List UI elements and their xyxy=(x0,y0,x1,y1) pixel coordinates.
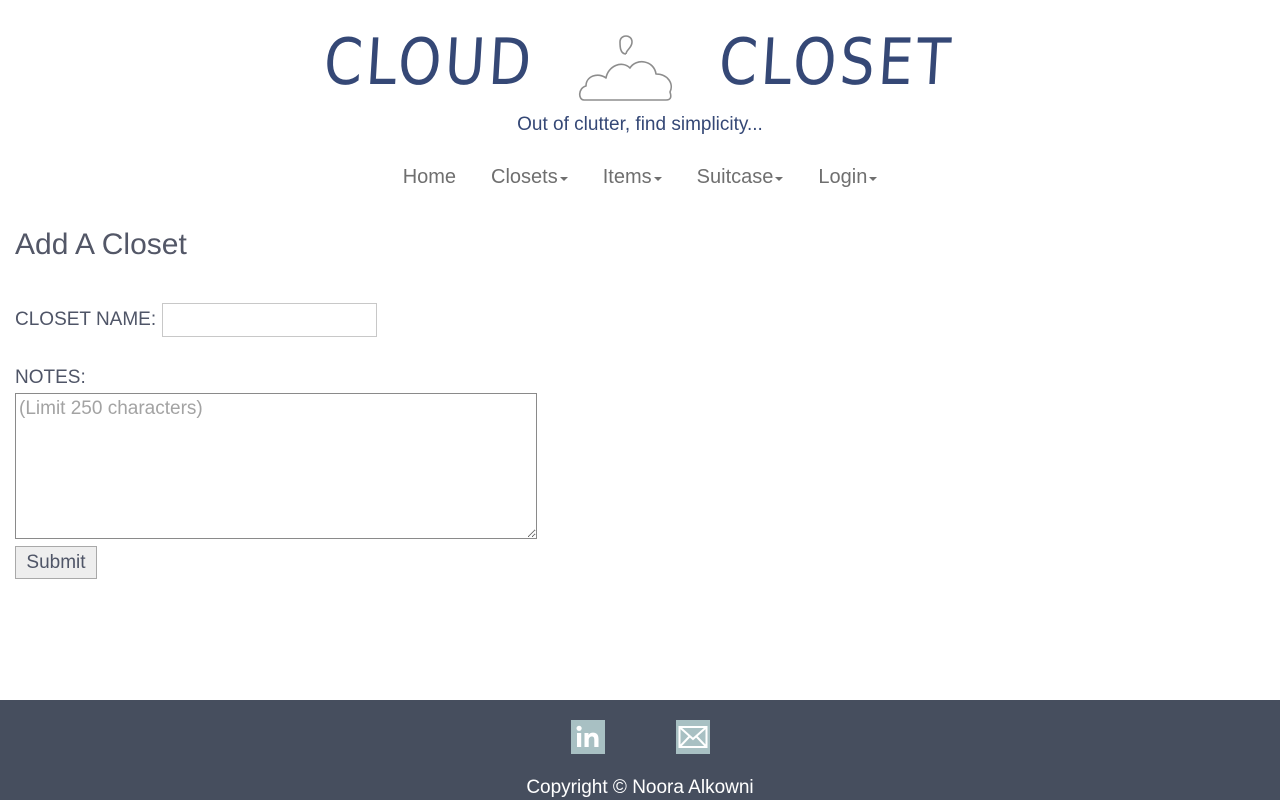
nav-login-dropdown[interactable]: Login xyxy=(818,165,878,189)
caret-down-icon xyxy=(775,176,784,181)
mail-icon xyxy=(676,720,710,754)
main-nav: Home Closets Items Suitcase Login xyxy=(0,162,1280,192)
page-title: Add A Closet xyxy=(15,228,187,261)
notes-textarea[interactable] xyxy=(15,393,537,539)
nav-suitcase-dropdown[interactable]: Suitcase xyxy=(697,166,784,189)
caret-down-icon xyxy=(653,176,662,181)
notes-label: NOTES: xyxy=(15,367,86,388)
submit-button[interactable]: Submit xyxy=(15,546,97,579)
closet-name-label: CLOSET NAME: xyxy=(15,309,157,330)
logo-word-right: CLOSET xyxy=(716,26,956,100)
nav-home-label: Home xyxy=(402,165,457,188)
email-link[interactable] xyxy=(676,720,710,754)
nav-home[interactable]: Home xyxy=(403,166,456,189)
nav-items-dropdown[interactable]: Items xyxy=(603,166,662,189)
social-links xyxy=(0,720,1280,754)
nav-closets-dropdown[interactable]: Closets xyxy=(491,166,568,189)
logo-word-left: CLOUD xyxy=(322,26,538,100)
nav-closets-label: Closets xyxy=(491,165,558,188)
caret-down-icon xyxy=(869,176,878,181)
nav-suitcase-label: Suitcase xyxy=(696,165,774,188)
linkedin-link[interactable] xyxy=(571,720,605,754)
tagline: Out of clutter, find simplicity... xyxy=(517,114,763,135)
closet-name-row: CLOSET NAME: xyxy=(15,303,378,337)
linkedin-icon xyxy=(571,720,605,754)
footer: Copyright © Noora Alkowni xyxy=(0,700,1280,800)
page: CLOUD CLOSET Out of clutter, find simpli… xyxy=(0,0,1280,800)
nav-items-label: Items xyxy=(602,165,652,188)
cloud-hanger-icon xyxy=(578,35,672,101)
copyright-text: Copyright © Noora Alkowni xyxy=(526,777,754,798)
nav-login-label: Login xyxy=(818,165,868,188)
site-logo[interactable]: CLOUD CLOSET xyxy=(0,22,1280,104)
closet-name-input[interactable] xyxy=(162,303,378,337)
caret-down-icon xyxy=(559,176,568,181)
